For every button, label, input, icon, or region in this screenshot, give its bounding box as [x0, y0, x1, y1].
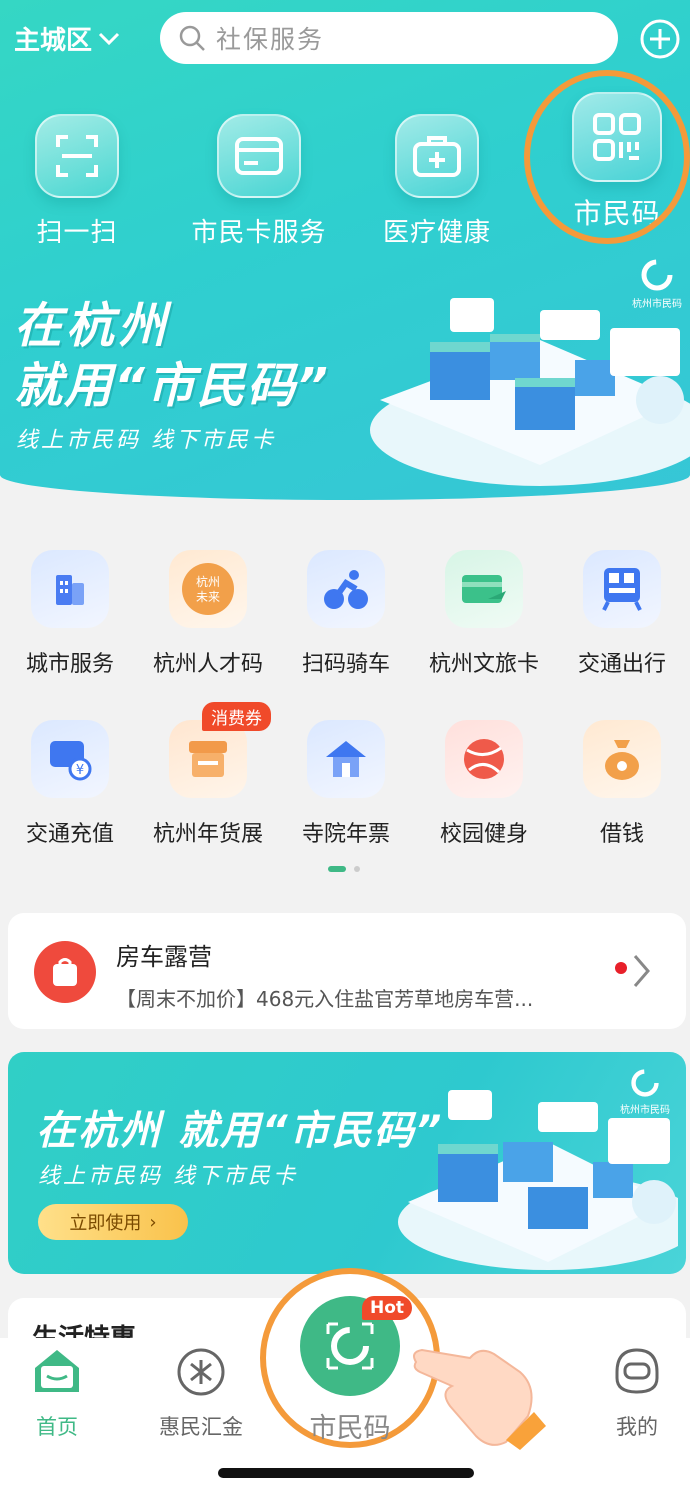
notice-card[interactable]: 房车露营 【周末不加价】468元入住盐官芳草地房车营... — [8, 913, 686, 1029]
use-now-label: 立即使用 — [69, 1213, 142, 1234]
service-talent[interactable]: 杭州 未来 杭州人才码 — [138, 550, 278, 678]
notice-subtitle: 【周末不加价】468元入住盐官芳草地房车营... — [116, 987, 534, 1011]
tab-mine[interactable]: 我的 — [582, 1346, 690, 1441]
coupon-badge: 消费券 — [202, 702, 271, 731]
hero-header: 主城区 社保服务 扫一扫 市民卡服务 医疗健康 市民码 在杭州 就用“市民码” … — [0, 0, 690, 500]
service-label: 交通充值 — [25, 822, 114, 847]
transit-recharge-icon: ¥ — [31, 720, 109, 798]
page-dot — [354, 866, 360, 872]
service-label: 杭州人才码 — [152, 652, 263, 677]
home-indicator — [218, 1468, 474, 1478]
quick-scan-label: 扫一扫 — [36, 218, 118, 248]
hot-badge: Hot — [362, 1296, 413, 1320]
service-city[interactable]: 城市服务 — [0, 550, 140, 678]
notice-title: 房车露营 — [116, 943, 212, 971]
card-icon — [217, 114, 301, 198]
service-label: 借钱 — [599, 822, 644, 847]
building-icon — [31, 550, 109, 628]
service-temple[interactable]: 寺院年票 — [276, 720, 416, 848]
profile-icon — [615, 1348, 659, 1394]
promo-banner[interactable]: 在杭州 就用“市民码” 线上市民码 线下市民卡 立即使用 › 杭州市民码 — [8, 1052, 686, 1274]
service-transport[interactable]: 交通出行 — [552, 550, 690, 678]
promo-illustration — [398, 1090, 678, 1270]
svg-text:¥: ¥ — [76, 763, 84, 778]
pointing-hand-icon — [413, 1348, 546, 1450]
city-illustration — [370, 298, 690, 486]
chevron-right-icon — [633, 955, 650, 987]
tab-mine-label: 我的 — [616, 1415, 658, 1439]
service-travel-card[interactable]: 杭州文旅卡 — [414, 550, 554, 678]
quick-scan[interactable]: 扫一扫 — [2, 114, 152, 249]
search-placeholder: 社保服务 — [216, 25, 325, 54]
page-indicator — [328, 866, 360, 872]
home-icon — [35, 1350, 79, 1392]
quick-medical[interactable]: 医疗健康 — [362, 114, 512, 249]
ball-icon — [445, 720, 523, 798]
tab-finance-label: 惠民汇金 — [159, 1415, 243, 1439]
chevron-down-icon — [98, 32, 120, 45]
service-bike[interactable]: 扫码骑车 — [276, 550, 416, 678]
service-newyear-fair[interactable]: 杭州年货展 — [138, 720, 278, 848]
temple-icon — [307, 720, 385, 798]
service-label: 交通出行 — [577, 652, 666, 677]
tab-finance[interactable]: 惠民汇金 — [146, 1346, 256, 1441]
chevron-right-icon: › — [149, 1211, 157, 1233]
city-label: 主城区 — [14, 26, 93, 56]
service-label: 寺院年票 — [301, 822, 390, 847]
svg-text:杭州: 杭州 — [196, 574, 220, 589]
shop-icon — [169, 720, 247, 798]
quick-card-label: 市民卡服务 — [191, 218, 327, 248]
money-bag-icon — [583, 720, 661, 798]
city-selector[interactable]: 主城区 — [14, 20, 120, 57]
promo-subtitle: 线上市民码 线下市民卡 — [38, 1164, 298, 1189]
talent-code-icon: 杭州 未来 — [169, 550, 247, 628]
tab-home[interactable]: 首页 — [2, 1346, 112, 1441]
service-loan[interactable]: 借钱 — [552, 720, 690, 848]
quick-card-service[interactable]: 市民卡服务 — [184, 114, 334, 249]
hero-subtitle: 线上市民码 线下市民卡 — [16, 428, 276, 453]
service-campus-fitness[interactable]: 校园健身 — [414, 720, 554, 848]
bicycle-icon — [307, 550, 385, 628]
svg-text:未来: 未来 — [196, 590, 220, 604]
unread-dot-icon — [615, 962, 627, 974]
service-label: 扫码骑车 — [301, 652, 390, 677]
add-icon[interactable] — [640, 19, 680, 59]
use-now-button[interactable]: 立即使用 › — [38, 1204, 188, 1240]
tab-citizen-code-label: 市民码 — [309, 1413, 391, 1444]
finance-icon — [177, 1348, 225, 1396]
medical-kit-icon — [395, 114, 479, 198]
quick-medical-label: 医疗健康 — [382, 218, 491, 248]
shopping-bag-icon — [34, 941, 96, 1003]
highlight-ring — [524, 70, 690, 244]
service-label: 杭州年货展 — [152, 822, 263, 847]
service-label: 城市服务 — [25, 652, 114, 677]
search-bar[interactable]: 社保服务 — [160, 12, 618, 64]
travel-card-icon — [445, 550, 523, 628]
page-dot-active — [328, 866, 346, 872]
search-icon — [179, 25, 205, 51]
scan-icon — [35, 114, 119, 198]
tab-home-label: 首页 — [36, 1415, 78, 1439]
bus-icon — [583, 550, 661, 628]
service-label: 校园健身 — [439, 822, 528, 847]
service-label: 杭州文旅卡 — [428, 652, 539, 677]
service-recharge[interactable]: ¥ 交通充值 — [0, 720, 140, 848]
hero-title-line2: 就用“市民码” — [14, 358, 330, 414]
